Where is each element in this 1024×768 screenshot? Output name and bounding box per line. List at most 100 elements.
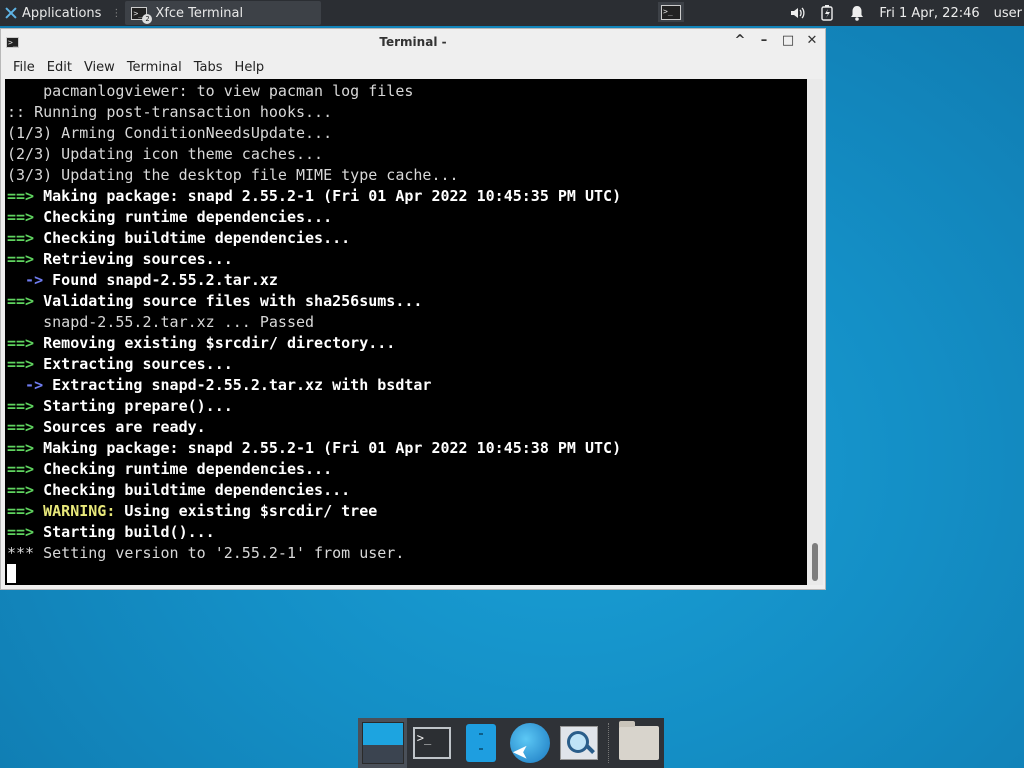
terminal-line: *** Setting version to '2.55.2-1' from u… xyxy=(7,543,807,564)
top-panel: Applications ⋮ >_ 2 Xfce Terminal >_ Fri … xyxy=(0,0,1024,26)
terminal-line: -> Found snapd-2.55.2.tar.xz xyxy=(7,270,807,291)
terminal-line: ==> Making package: snapd 2.55.2-1 (Fri … xyxy=(7,186,807,207)
app-finder-icon xyxy=(560,726,599,760)
panel-separator: ⋮ xyxy=(111,7,122,19)
terminal-line: ==> Starting prepare()... xyxy=(7,396,807,417)
terminal-icon: >_ 2 xyxy=(131,6,153,24)
terminal-segment: ==> xyxy=(7,250,44,268)
taskbar-button-terminal[interactable]: >_ 2 Xfce Terminal xyxy=(125,1,322,25)
dock-folder[interactable] xyxy=(615,718,664,768)
text-cursor xyxy=(7,564,16,583)
battery-icon[interactable] xyxy=(819,5,835,21)
terminal-segment: ==> xyxy=(7,481,44,499)
terminal-segment: ==> xyxy=(7,397,44,415)
applications-menu[interactable]: Applications xyxy=(0,0,107,26)
terminal-line: (2/3) Updating icon theme caches... xyxy=(7,144,807,165)
terminal-emulator-icon: >_ xyxy=(412,727,451,759)
user-menu[interactable]: user xyxy=(994,6,1022,21)
minimize-button[interactable]: – xyxy=(757,33,771,49)
terminal-segment: ==> xyxy=(7,334,44,352)
terminal-segment: (3/3) Updating the desktop file MIME typ… xyxy=(7,166,459,184)
terminal-segment: ==> xyxy=(7,292,44,310)
dock-show-desktop[interactable] xyxy=(358,718,408,768)
shade-button[interactable]: ^ xyxy=(733,33,747,49)
terminal-segment: :: Running post-transaction hooks... xyxy=(7,103,333,121)
notifications-bell-icon[interactable] xyxy=(849,5,865,21)
dock-file-manager[interactable] xyxy=(456,718,505,768)
dock: >_ xyxy=(358,718,664,768)
web-browser-icon xyxy=(510,723,551,763)
terminal-line: ==> Sources are ready. xyxy=(7,417,807,438)
terminal-line: (3/3) Updating the desktop file MIME typ… xyxy=(7,165,807,186)
terminal-segment: ==> xyxy=(7,229,44,247)
terminal-line: :: Running post-transaction hooks... xyxy=(7,102,807,123)
menu-edit[interactable]: Edit xyxy=(41,60,78,75)
terminal-line: ==> Making package: snapd 2.55.2-1 (Fri … xyxy=(7,438,807,459)
window-terminal-icon[interactable]: >_ xyxy=(6,34,19,49)
dock-separator xyxy=(607,723,615,763)
clock[interactable]: Fri 1 Apr, 22:46 xyxy=(879,6,979,21)
menu-terminal[interactable]: Terminal xyxy=(121,60,188,75)
terminal-line: ==> Removing existing $srcdir/ directory… xyxy=(7,333,807,354)
dock-app-finder[interactable] xyxy=(555,718,604,768)
prompt-line xyxy=(7,564,807,585)
terminal-segment: ==> xyxy=(7,523,44,541)
applications-label: Applications xyxy=(22,5,102,21)
terminal-scrollbar[interactable] xyxy=(807,79,823,585)
dock-terminal[interactable]: >_ xyxy=(407,718,456,768)
terminal-line: ==> Validating source files with sha256s… xyxy=(7,291,807,312)
menu-view[interactable]: View xyxy=(78,60,121,75)
terminal-segment: Using existing $srcdir/ tree xyxy=(115,502,378,520)
terminal-line: ==> Starting build()... xyxy=(7,522,807,543)
workspace-switcher[interactable]: >_ xyxy=(658,2,684,22)
terminal-segment: Starting prepare()... xyxy=(43,397,233,415)
terminal-line: ==> Checking buildtime dependencies... xyxy=(7,480,807,501)
terminal-segment: ==> xyxy=(7,208,44,226)
menu-tabs[interactable]: Tabs xyxy=(188,60,229,75)
xfce-logo-icon xyxy=(4,6,18,20)
maximize-button[interactable]: □ xyxy=(781,33,795,49)
terminal-segment: Checking runtime dependencies... xyxy=(43,460,333,478)
terminal-segment: (2/3) Updating icon theme caches... xyxy=(7,145,324,163)
terminal-segment: Making package: snapd 2.55.2-1 (Fri 01 A… xyxy=(43,439,622,457)
terminal-segment: ==> xyxy=(7,355,44,373)
dock-web-browser[interactable] xyxy=(506,718,555,768)
menu-file[interactable]: File xyxy=(7,60,41,75)
terminal-line: ==> WARNING: Using existing $srcdir/ tre… xyxy=(7,501,807,522)
terminal-segment: WARNING: xyxy=(43,502,116,520)
terminal-segment: Removing existing $srcdir/ directory... xyxy=(43,334,396,352)
terminal-line: ==> Checking runtime dependencies... xyxy=(7,207,807,228)
menu-bar: File Edit View Terminal Tabs Help xyxy=(1,55,825,79)
terminal-segment: Extracting sources... xyxy=(43,355,233,373)
terminal-segment: ==> xyxy=(7,460,44,478)
terminal-segment: Checking runtime dependencies... xyxy=(43,208,333,226)
window-controls: ^ – □ ✕ xyxy=(733,33,819,49)
terminal-line: ==> Checking runtime dependencies... xyxy=(7,459,807,480)
menu-help[interactable]: Help xyxy=(229,60,271,75)
workspace-terminal-icon: >_ xyxy=(661,4,681,20)
scrollbar-thumb[interactable] xyxy=(812,543,818,581)
terminal-segment: Checking buildtime dependencies... xyxy=(43,229,351,247)
terminal-segment: Making package: snapd 2.55.2-1 (Fri 01 A… xyxy=(43,187,622,205)
terminal-line: snapd-2.55.2.tar.xz ... Passed xyxy=(7,312,807,333)
terminal-line: (1/3) Arming ConditionNeedsUpdate... xyxy=(7,123,807,144)
window-count-badge: 2 xyxy=(142,13,153,24)
terminal-segment: ==> xyxy=(7,502,44,520)
terminal-line: -> Extracting snapd-2.55.2.tar.xz with b… xyxy=(7,375,807,396)
terminal-segment: *** Setting version to '2.55.2-1' from u… xyxy=(7,544,405,562)
terminal-output[interactable]: pacmanlogviewer: to view pacman log file… xyxy=(5,79,807,585)
close-button[interactable]: ✕ xyxy=(805,33,819,49)
terminal-segment: pacmanlogviewer: to view pacman log file… xyxy=(7,82,414,100)
window-titlebar[interactable]: >_ Terminal - ^ – □ ✕ xyxy=(1,29,825,55)
window-title: Terminal - xyxy=(379,35,447,49)
terminal-segment: Validating source files with sha256sums.… xyxy=(43,292,423,310)
system-tray: Fri 1 Apr, 22:46 user xyxy=(789,0,1024,26)
terminal-line: ==> Retrieving sources... xyxy=(7,249,807,270)
terminal-segment: ==> xyxy=(7,418,44,436)
terminal-segment: Found snapd-2.55.2.tar.xz xyxy=(52,271,278,289)
desktop-icon xyxy=(361,722,404,764)
terminal-segment: Checking buildtime dependencies... xyxy=(43,481,351,499)
folder-icon xyxy=(619,721,660,760)
terminal-segment: (1/3) Arming ConditionNeedsUpdate... xyxy=(7,124,333,142)
volume-icon[interactable] xyxy=(789,5,805,21)
